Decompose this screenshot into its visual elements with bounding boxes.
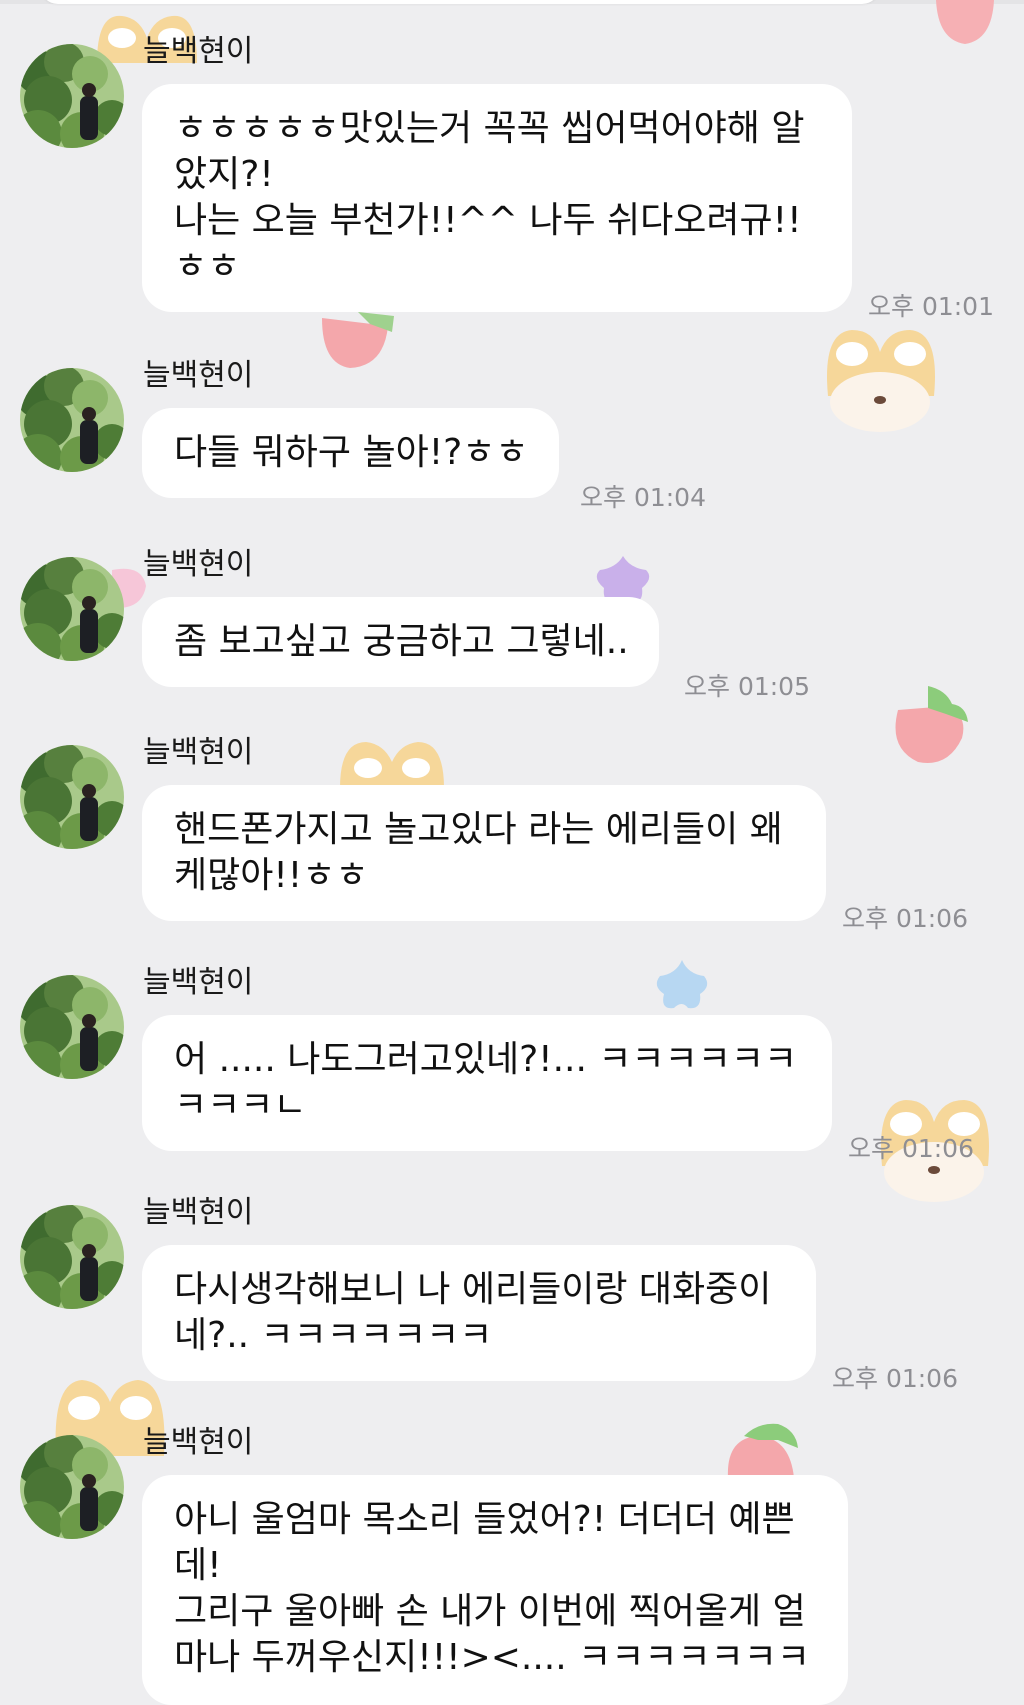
message-row: 늘백현이 좀 보고싶고 궁금하고 그렇네.. 오후 01:05: [0, 545, 1024, 701]
avatar[interactable]: [20, 1205, 124, 1309]
message-bubble[interactable]: 아니 울엄마 목소리 들었어?! 더더더 예쁜데! 그리구 울아빠 손 내가 이…: [142, 1475, 848, 1705]
avatar[interactable]: [20, 745, 124, 849]
sender-name: 늘백현이: [143, 1425, 254, 1460]
avatar-photo: [20, 44, 124, 148]
avatar[interactable]: [20, 44, 124, 148]
message-time: 오후 01:06: [832, 1364, 958, 1393]
sender-name: 늘백현이: [143, 965, 254, 1000]
avatar[interactable]: [20, 368, 124, 472]
message-bubble[interactable]: 핸드폰가지고 놀고있다 라는 에리들이 왜 케많아!!ㅎㅎ: [142, 785, 826, 921]
message-bubble[interactable]: 어 ..... 나도그러고있네?!... ㅋㅋㅋㅋㅋㅋㅋㅋㅋㄴ: [142, 1015, 832, 1151]
message-row: 늘백현이 어 ..... 나도그러고있네?!... ㅋㅋㅋㅋㅋㅋㅋㅋㅋㄴ 오후 …: [0, 963, 1024, 1163]
previous-message-bubble-edge: [40, 0, 880, 4]
message-row: 늘백현이 핸드폰가지고 놀고있다 라는 에리들이 왜 케많아!!ㅎㅎ 오후 01…: [0, 733, 1024, 933]
avatar-photo: [20, 1205, 124, 1309]
message-time: 오후 01:06: [848, 1134, 974, 1163]
avatar-photo: [20, 745, 124, 849]
avatar-photo: [20, 557, 124, 661]
message-row: 늘백현이 다시생각해보니 나 에리들이랑 대화중이네?.. ㅋㅋㅋㅋㅋㅋㅋ 오후…: [0, 1193, 1024, 1393]
avatar-photo: [20, 975, 124, 1079]
sender-name: 늘백현이: [143, 358, 254, 393]
sender-name: 늘백현이: [143, 735, 254, 770]
message-bubble[interactable]: 다들 뭐하구 놀아!?ㅎㅎ: [142, 408, 559, 498]
message-row: 늘백현이 아니 울엄마 목소리 들었어?! 더더더 예쁜데! 그리구 울아빠 손…: [0, 1423, 1024, 1705]
message-bubble[interactable]: 다시생각해보니 나 에리들이랑 대화중이네?.. ㅋㅋㅋㅋㅋㅋㅋ: [142, 1245, 816, 1381]
message-time: 오후 01:04: [580, 483, 706, 512]
message-time: 오후 01:06: [842, 904, 968, 933]
avatar-photo: [20, 1435, 124, 1539]
avatar-photo: [20, 368, 124, 472]
message-bubble[interactable]: 좀 보고싶고 궁금하고 그렇네..: [142, 597, 659, 687]
avatar[interactable]: [20, 557, 124, 661]
sender-name: 늘백현이: [143, 1195, 254, 1230]
message-bubble[interactable]: ㅎㅎㅎㅎㅎ맛있는거 꼭꼭 씹어먹어야해 알았지?! 나는 오늘 부천가!!^^ …: [142, 84, 852, 312]
sender-name: 늘백현이: [143, 547, 254, 582]
message-time: 오후 01:05: [684, 672, 810, 701]
avatar[interactable]: [20, 1435, 124, 1539]
message-time: 오후 01:01: [868, 292, 994, 321]
avatar[interactable]: [20, 975, 124, 1079]
sender-name: 늘백현이: [143, 34, 254, 69]
message-row: 늘백현이 다들 뭐하구 놀아!?ㅎㅎ 오후 01:04: [0, 356, 1024, 512]
message-row: 늘백현이 ㅎㅎㅎㅎㅎ맛있는거 꼭꼭 씹어먹어야해 알았지?! 나는 오늘 부천가…: [0, 32, 1024, 322]
